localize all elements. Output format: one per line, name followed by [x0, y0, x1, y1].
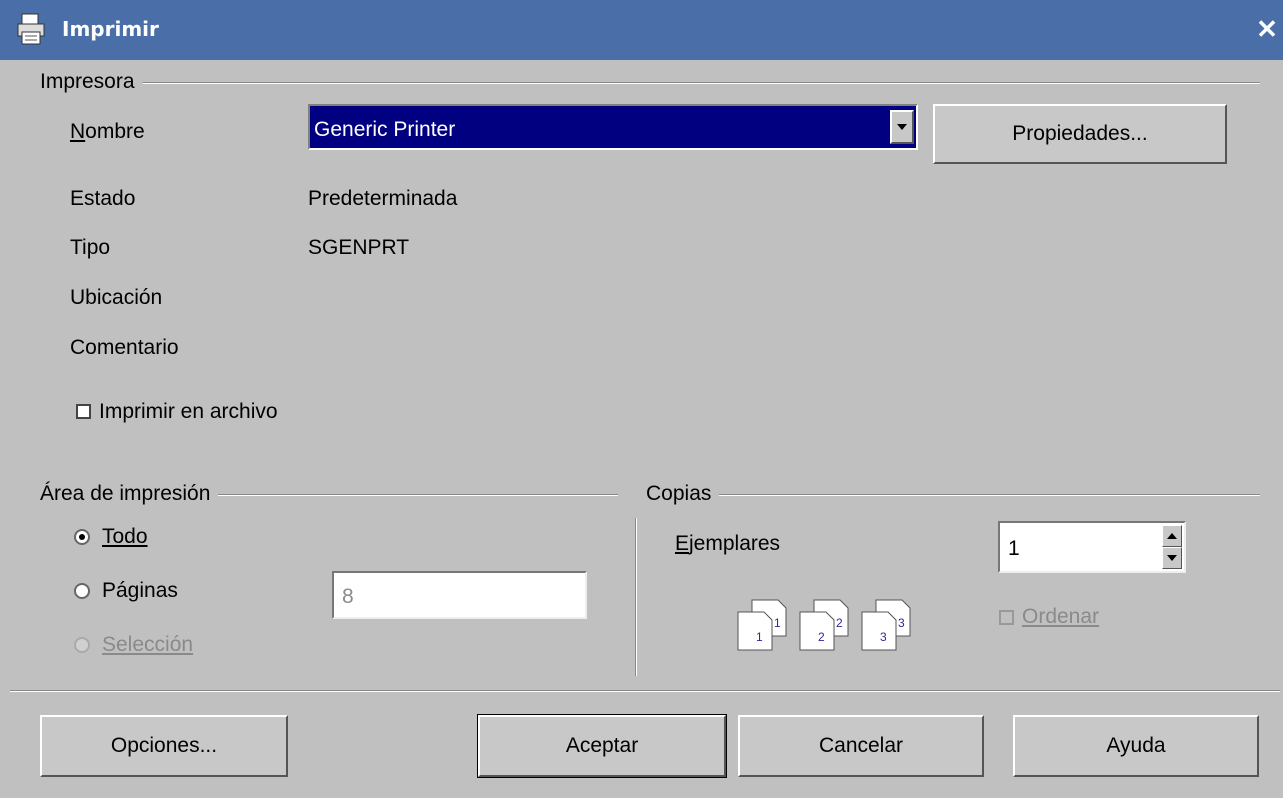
type-value: SGENPRT: [308, 236, 410, 259]
printer-select-dropdown[interactable]: [890, 110, 914, 144]
collate-icon-back-2: 2: [836, 616, 843, 630]
status-label: Estado: [70, 187, 136, 210]
section-vertical-divider: [635, 518, 637, 676]
copies-increment-button[interactable]: [1162, 525, 1182, 547]
chevron-up-icon: [1167, 533, 1177, 539]
print-area-section-label: Área de impresión: [40, 482, 219, 506]
cancel-button[interactable]: Cancelar: [738, 715, 984, 777]
copies-count-label: Ejemplares: [675, 532, 780, 556]
help-button[interactable]: Ayuda: [1013, 715, 1259, 777]
collate-icon-front-3: 3: [880, 630, 887, 644]
accept-button-label: Aceptar: [565, 734, 639, 757]
chevron-down-icon: [897, 124, 907, 130]
properties-button[interactable]: Propiedades...: [933, 104, 1227, 164]
dialog-title: Imprimir: [62, 17, 159, 41]
printer-name-label-rest: ombre: [85, 120, 145, 143]
printer-app-icon: [16, 12, 48, 46]
pages-radio[interactable]: [74, 583, 90, 599]
collate-icon-back-3: 3: [898, 616, 905, 630]
copies-decrement-button[interactable]: [1162, 547, 1182, 569]
copies-count-label-rest: jemplares: [689, 532, 781, 555]
printer-name-label-mnemonic: N: [70, 120, 86, 143]
help-button-label: Ayuda: [1106, 734, 1166, 757]
printer-select-value: Generic Printer: [314, 118, 456, 141]
chevron-down-icon: [1167, 555, 1177, 561]
properties-button-label: Propiedades...: [1012, 122, 1148, 145]
print-to-file-checkbox[interactable]: [76, 404, 91, 419]
all-pages-radio[interactable]: [74, 529, 90, 545]
selection-radio[interactable]: [74, 637, 90, 653]
accept-button[interactable]: Aceptar: [477, 714, 727, 778]
options-button-label: Opciones...: [110, 734, 218, 757]
cancel-button-label: Cancelar: [818, 734, 904, 757]
copies-spinbox-value: 1: [1008, 537, 1020, 560]
location-label: Ubicación: [70, 286, 163, 309]
printer-section-label: Impresora: [40, 70, 143, 94]
copies-divider: [646, 494, 1260, 496]
print-to-file-label[interactable]: Imprimir en archivo: [99, 400, 278, 424]
footer-divider: [10, 690, 1280, 692]
printer-section-divider: [40, 82, 1260, 84]
selection-label[interactable]: Selección: [102, 633, 193, 657]
comment-label: Comentario: [70, 336, 179, 359]
copies-count-label-mnemonic: E: [675, 532, 690, 555]
pages-input-value: 8: [342, 585, 354, 608]
collate-icon-front-2: 2: [818, 630, 825, 644]
copies-spinbox[interactable]: 1: [998, 521, 1186, 573]
title-bar: [0, 0, 1283, 60]
collate-icon-back-1: 1: [774, 616, 781, 630]
close-button[interactable]: ✕: [1254, 16, 1280, 42]
close-icon: ✕: [1256, 14, 1278, 44]
print-dialog: Imprimir ✕ Impresora Nombre Generic Prin…: [0, 0, 1283, 798]
all-pages-label[interactable]: Todo: [102, 525, 148, 549]
status-value: Predeterminada: [308, 187, 458, 210]
collate-label[interactable]: Ordenar: [1022, 605, 1099, 629]
printer-select[interactable]: Generic Printer: [308, 104, 918, 150]
collate-checkbox[interactable]: [999, 610, 1014, 625]
collate-icon-front-1: 1: [756, 630, 763, 644]
pages-input[interactable]: 8: [332, 571, 587, 619]
collate-pages-icon: 1 1 2 2 3 3: [736, 598, 916, 660]
pages-label[interactable]: Páginas: [102, 579, 178, 603]
options-button[interactable]: Opciones...: [40, 715, 288, 777]
type-label: Tipo: [70, 236, 111, 259]
copies-section-label: Copias: [646, 482, 720, 506]
printer-name-label: Nombre: [70, 120, 145, 144]
